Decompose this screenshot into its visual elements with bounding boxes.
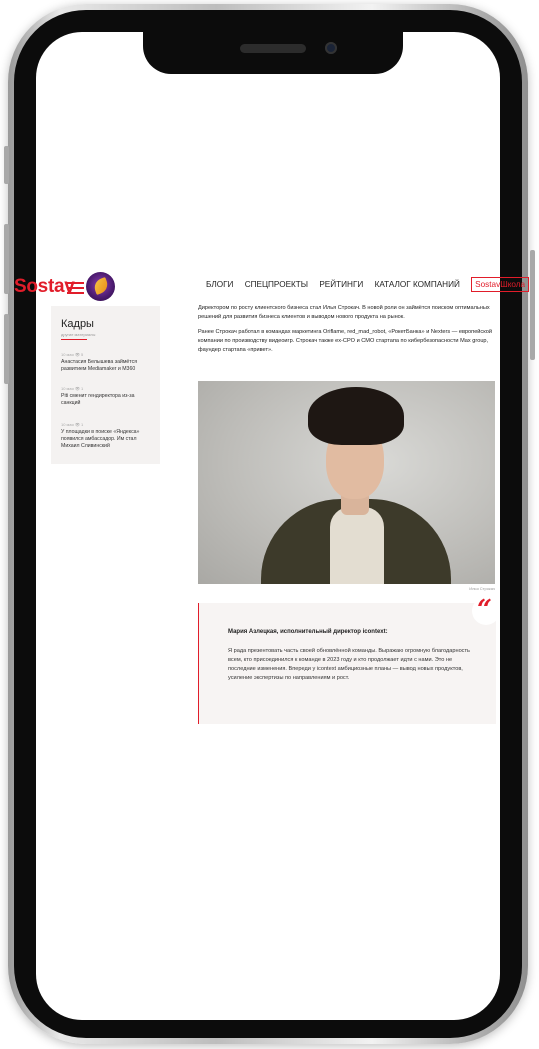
volume-down-button (4, 314, 9, 384)
school-brand: Sostav (475, 280, 501, 289)
front-camera (325, 42, 337, 54)
item-title[interactable]: Piti сменит гендиректора из-за санкций (61, 393, 155, 407)
nav-ratings[interactable]: РЕЙТИНГИ (319, 280, 363, 289)
item-meta: 10 мая 👁 1 (61, 422, 84, 427)
speaker (240, 44, 306, 53)
power-button (530, 250, 535, 360)
article-paragraph: Директором по росту клиентского бизнеса … (198, 305, 490, 320)
sidebar-accent-line (61, 339, 87, 340)
list-item[interactable]: 10 мая 👁 5 Анастасия Белышева займётся р… (61, 352, 155, 373)
sidebar-subtitle: другие материалы (61, 332, 96, 337)
feather-logo-icon[interactable] (86, 272, 115, 301)
volume-up-button (4, 224, 9, 294)
notch (143, 32, 403, 74)
list-item[interactable]: 10 мая 👁 1 Piti сменит гендиректора из-з… (61, 386, 155, 407)
quote-glyph: “ (477, 595, 492, 625)
mute-switch (4, 146, 9, 184)
quote-mark-icon: “ (472, 595, 500, 625)
sidebar-related: Кадры другие материалы 10 мая 👁 5 Анаста… (51, 306, 160, 464)
photo-shirt (330, 507, 384, 584)
article-paragraph: Ранее Строкач работал в командах маркети… (198, 329, 492, 353)
item-meta: 10 мая 👁 1 (61, 386, 84, 391)
article-photo (198, 381, 495, 584)
nav-blogs[interactable]: БЛОГИ (206, 280, 233, 289)
burger-icon[interactable] (67, 282, 84, 294)
sostav-logo[interactable]: Sostav (14, 276, 75, 298)
nav-company-catalog[interactable]: КАТАЛОГ КОМПАНИЙ (375, 280, 460, 289)
sidebar-title[interactable]: Кадры (61, 318, 94, 330)
article-body: Директором по росту клиентского бизнеса … (198, 304, 495, 361)
photo-hair (308, 387, 404, 445)
item-title[interactable]: У площадки в поиске «Яндекса» появился а… (61, 429, 155, 450)
nav-school[interactable]: SostavШкола (471, 277, 530, 292)
quote-author: Мария Азлецкая, исполнительный директор … (228, 629, 388, 635)
item-title[interactable]: Анастасия Белышева займётся развитием Me… (61, 359, 155, 373)
nav-special-projects[interactable]: СПЕЦПРОЕКТЫ (245, 280, 308, 289)
photo-caption: Илья Строкач (469, 586, 495, 591)
site-header: Sostav БЛОГИ СПЕЦПРОЕКТЫ РЕЙТИНГИ КАТАЛО… (14, 272, 530, 302)
item-meta: 10 мая 👁 5 (61, 352, 84, 357)
list-item[interactable]: 10 мая 👁 1 У площадки в поиске «Яндекса»… (61, 422, 155, 450)
school-label: Школа (500, 280, 526, 289)
quote-text: Я рада презентовать часть своей обновлён… (228, 648, 470, 681)
main-nav: БЛОГИ СПЕЦПРОЕКТЫ РЕЙТИНГИ КАТАЛОГ КОМПА… (206, 277, 530, 292)
quote-block: “ Мария Азлецкая, исполнительный директо… (198, 595, 500, 724)
